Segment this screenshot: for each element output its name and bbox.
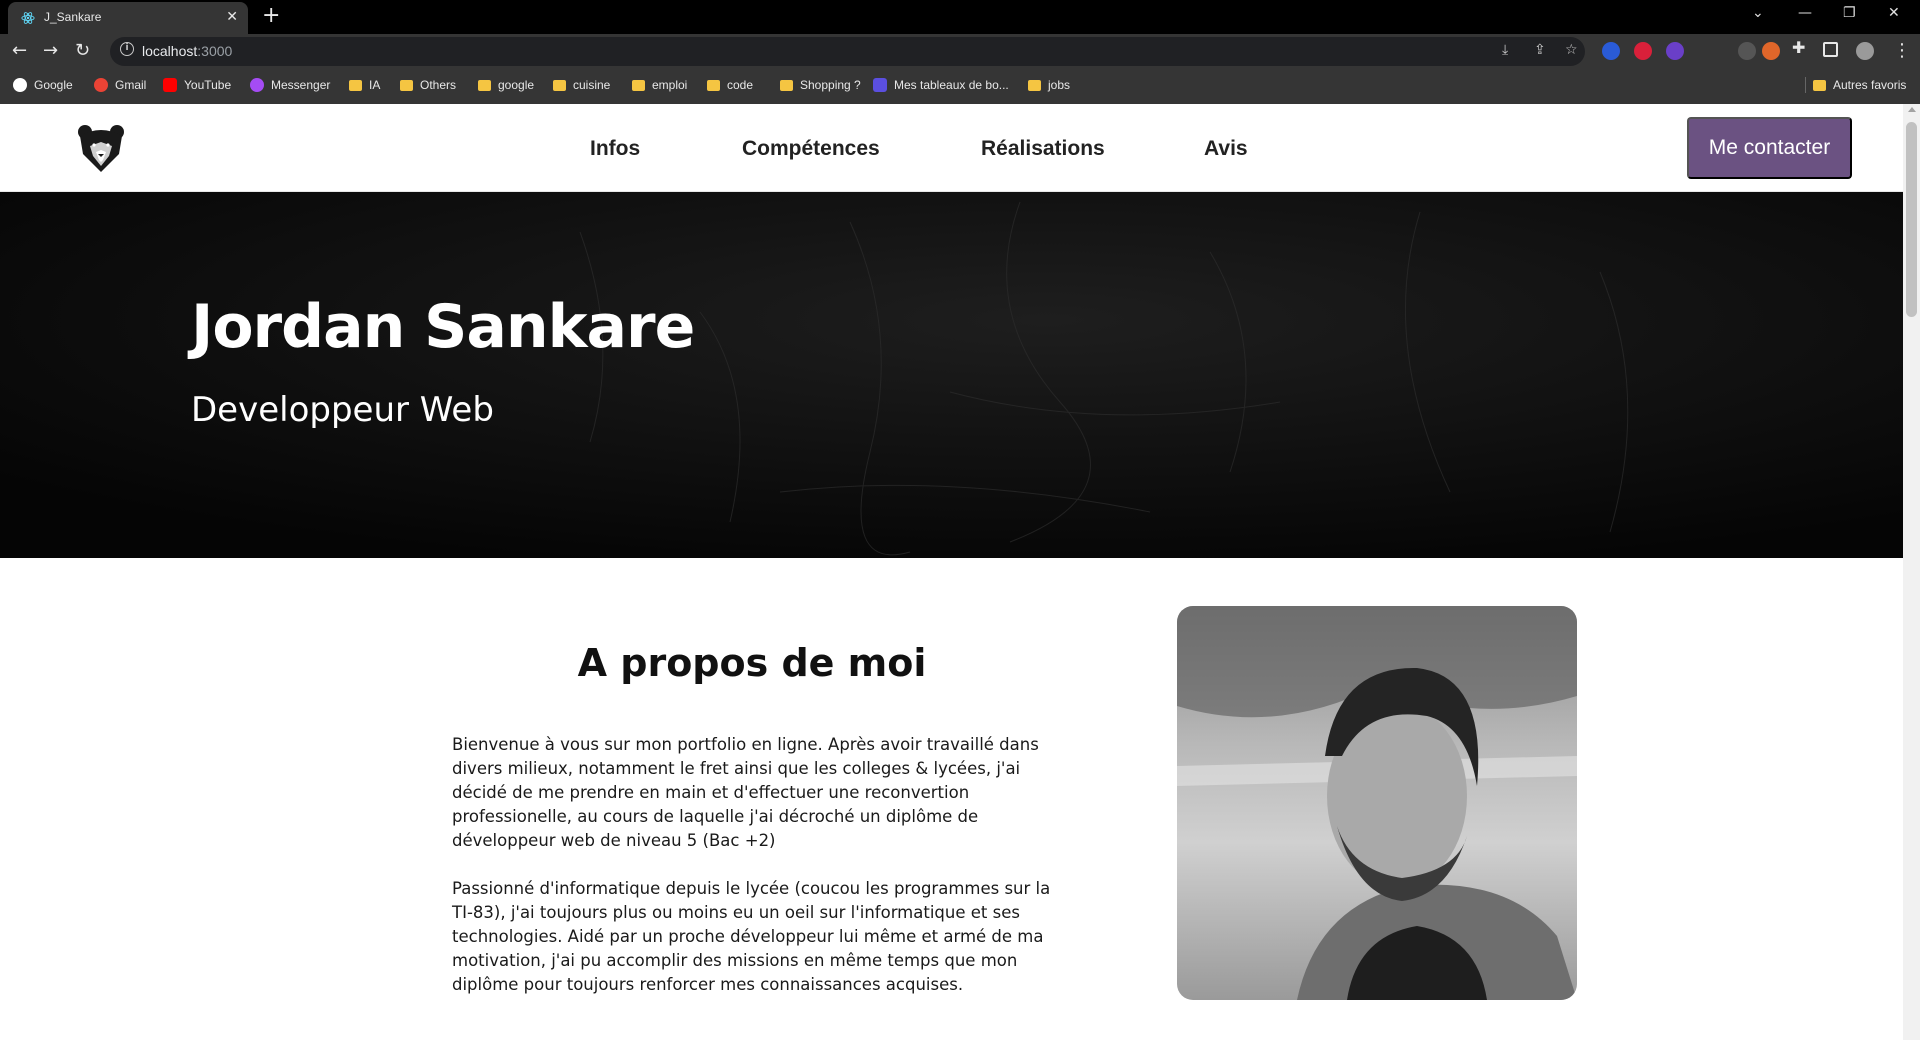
close-window-icon[interactable]: ✕ bbox=[1888, 5, 1900, 21]
site-info-icon[interactable]: i bbox=[120, 42, 134, 56]
folder-icon bbox=[1028, 79, 1041, 91]
about-title: A propos de moi bbox=[577, 641, 927, 685]
hero-banner: Jordan Sankare Developpeur Web bbox=[0, 192, 1903, 558]
bookmark-label: jobs bbox=[1048, 78, 1071, 92]
trello-icon bbox=[873, 78, 887, 92]
folder-icon bbox=[553, 79, 566, 91]
address-url: localhost:3000 bbox=[142, 43, 233, 59]
folder-icon bbox=[349, 79, 362, 91]
install-icon[interactable]: ⤓ bbox=[1502, 42, 1508, 58]
bookmark-item[interactable]: emploi bbox=[632, 75, 687, 95]
bookmark-item[interactable]: Gmail bbox=[94, 75, 146, 95]
bookmark-item[interactable]: Mes tableaux de bo... bbox=[873, 75, 1009, 95]
browser-tab[interactable]: J_Sankare ✕ bbox=[8, 2, 248, 34]
browser-tabstrip: J_Sankare ✕ + ⌄ — ❐ ✕ bbox=[0, 0, 1920, 34]
about-text: Bienvenue à vous sur mon portfolio en li… bbox=[452, 733, 1058, 1021]
page-viewport: Infos Compétences Réalisations Avis Me c… bbox=[0, 104, 1903, 1040]
folder-icon bbox=[632, 79, 645, 91]
bookmarks-separator bbox=[1805, 77, 1806, 93]
hero-role: Developpeur Web bbox=[191, 390, 494, 430]
minimize-icon[interactable]: — bbox=[1798, 5, 1812, 21]
scrollbar-thumb[interactable] bbox=[1906, 122, 1917, 317]
bookmark-label: YouTube bbox=[184, 78, 232, 92]
tab-title: J_Sankare bbox=[44, 10, 102, 24]
pen-extension-icon[interactable] bbox=[1738, 42, 1756, 60]
share-icon[interactable]: ⇪ bbox=[1534, 42, 1546, 58]
folder-icon bbox=[707, 79, 720, 91]
bookmark-label: Others bbox=[420, 78, 457, 92]
bear-logo-icon[interactable] bbox=[75, 122, 127, 174]
about-paragraph: Bienvenue à vous sur mon portfolio en li… bbox=[452, 735, 1039, 850]
tab-close-icon[interactable]: ✕ bbox=[226, 9, 238, 25]
bookmark-item[interactable]: YouTube bbox=[163, 75, 231, 95]
folder-icon bbox=[478, 79, 491, 91]
gmail-icon bbox=[94, 78, 108, 92]
about-paragraph: Passionné d'informatique depuis le lycée… bbox=[452, 879, 1051, 994]
extension-icon[interactable] bbox=[1666, 42, 1684, 60]
forward-icon[interactable]: → bbox=[43, 40, 58, 61]
nav-link-infos[interactable]: Infos bbox=[590, 137, 640, 161]
contact-button[interactable]: Me contacter bbox=[1687, 117, 1852, 179]
bookmark-item[interactable]: google bbox=[478, 75, 534, 95]
new-tab-icon[interactable]: + bbox=[262, 3, 280, 28]
adblock-icon[interactable] bbox=[1634, 42, 1652, 60]
nav-link-realisations[interactable]: Réalisations bbox=[981, 137, 1105, 161]
bookmark-item[interactable]: IA bbox=[349, 75, 380, 95]
restore-icon[interactable]: ❐ bbox=[1843, 5, 1856, 21]
folder-icon bbox=[1813, 79, 1826, 91]
bookmark-item[interactable]: Others bbox=[400, 75, 456, 95]
react-favicon-icon bbox=[21, 12, 35, 24]
scroll-up-icon[interactable] bbox=[1908, 107, 1916, 112]
address-bar[interactable]: i localhost:3000 ⤓ ⇪ ☆ bbox=[110, 37, 1585, 66]
scrollbar[interactable] bbox=[1903, 104, 1920, 1040]
extension-icon[interactable] bbox=[1602, 42, 1620, 60]
site-header: Infos Compétences Réalisations Avis Me c… bbox=[0, 104, 1903, 192]
folder-icon bbox=[780, 79, 793, 91]
folder-icon bbox=[400, 79, 413, 91]
hero-name: Jordan Sankare bbox=[191, 292, 695, 362]
bookmark-item[interactable]: Shopping ? bbox=[780, 75, 861, 95]
bookmark-item[interactable]: Google bbox=[13, 75, 73, 95]
bookmark-label: Shopping ? bbox=[800, 78, 861, 92]
side-panel-icon[interactable] bbox=[1823, 42, 1838, 57]
bookmark-star-icon[interactable]: ☆ bbox=[1565, 42, 1578, 58]
bookmark-label: Mes tableaux de bo... bbox=[894, 78, 1009, 92]
bookmark-item[interactable]: Messenger bbox=[250, 75, 330, 95]
hero-texture bbox=[0, 192, 1903, 558]
bookmark-label: Messenger bbox=[271, 78, 331, 92]
bookmark-label: IA bbox=[369, 78, 381, 92]
google-icon bbox=[13, 78, 27, 92]
nav-link-avis[interactable]: Avis bbox=[1204, 137, 1248, 161]
bookmark-label: Google bbox=[34, 78, 73, 92]
bookmark-label: cuisine bbox=[573, 78, 611, 92]
bookmark-label: code bbox=[727, 78, 754, 92]
nav-link-competences[interactable]: Compétences bbox=[742, 137, 880, 161]
youtube-icon bbox=[163, 78, 177, 92]
tab-search-icon[interactable]: ⌄ bbox=[1752, 5, 1764, 21]
bookmark-label: Gmail bbox=[115, 78, 147, 92]
bookmark-item[interactable]: cuisine bbox=[553, 75, 610, 95]
bookmark-label: google bbox=[498, 78, 535, 92]
back-icon[interactable]: ← bbox=[12, 40, 27, 61]
bookmark-label: emploi bbox=[652, 78, 688, 92]
portrait-photo bbox=[1177, 606, 1577, 1000]
bookmark-item[interactable]: code bbox=[707, 75, 753, 95]
extension-icon[interactable] bbox=[1762, 42, 1780, 60]
messenger-icon bbox=[250, 78, 264, 92]
other-bookmarks[interactable]: Autres favoris bbox=[1813, 75, 1906, 95]
profile-avatar-icon[interactable] bbox=[1856, 42, 1874, 60]
menu-icon[interactable]: ⋮ bbox=[1893, 40, 1911, 61]
browser-toolbar: ← → ↻ i localhost:3000 ⤓ ⇪ ☆ ✚ ⋮ Google G… bbox=[0, 34, 1920, 104]
reload-icon[interactable]: ↻ bbox=[75, 40, 90, 61]
bookmark-item[interactable]: jobs bbox=[1028, 75, 1070, 95]
extensions-puzzle-icon[interactable]: ✚ bbox=[1792, 38, 1810, 57]
